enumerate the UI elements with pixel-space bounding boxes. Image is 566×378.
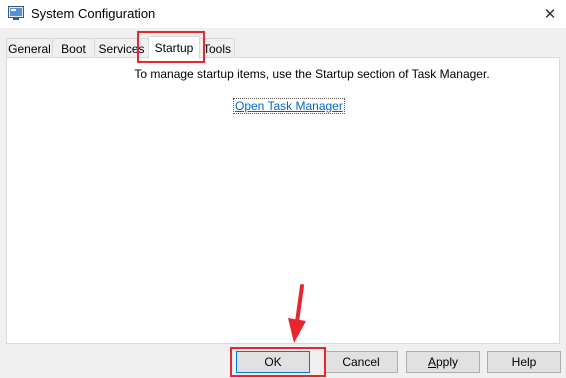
startup-tab-highlight (137, 31, 205, 63)
tab-boot-label: Boot (61, 41, 86, 56)
msconfig-app-icon (8, 6, 24, 20)
startup-message: To manage startup items, use the Startup… (134, 67, 490, 81)
cancel-button[interactable]: Cancel (324, 351, 398, 373)
arrow-down-icon (288, 284, 306, 343)
help-button[interactable]: Help (487, 351, 561, 373)
close-icon: ✕ (543, 6, 557, 23)
apply-button[interactable]: Apply (406, 351, 480, 373)
title-bar: System Configuration ✕ (0, 0, 566, 28)
ok-button-highlight (230, 347, 326, 377)
apply-button-label: Apply (428, 355, 458, 369)
cancel-button-label: Cancel (342, 355, 380, 369)
tab-strip: General Boot Services Startup Tools (6, 36, 562, 59)
tab-tools-label: Tools (202, 41, 231, 56)
apply-accelerator: A (427, 355, 436, 369)
system-configuration-window: System Configuration ✕ General Boot Serv… (0, 0, 566, 378)
startup-tab-panel: To manage startup items, use the Startup… (6, 57, 560, 344)
tab-boot[interactable]: Boot (52, 38, 95, 58)
window-title: System Configuration (31, 6, 156, 21)
close-button[interactable]: ✕ (534, 0, 566, 28)
help-button-label: Help (511, 355, 537, 369)
apply-rest: pply (436, 355, 459, 369)
open-task-manager-link[interactable]: Open Task Manager (233, 98, 345, 114)
tab-general[interactable]: General (6, 38, 53, 58)
tab-general-label: General (8, 41, 51, 56)
